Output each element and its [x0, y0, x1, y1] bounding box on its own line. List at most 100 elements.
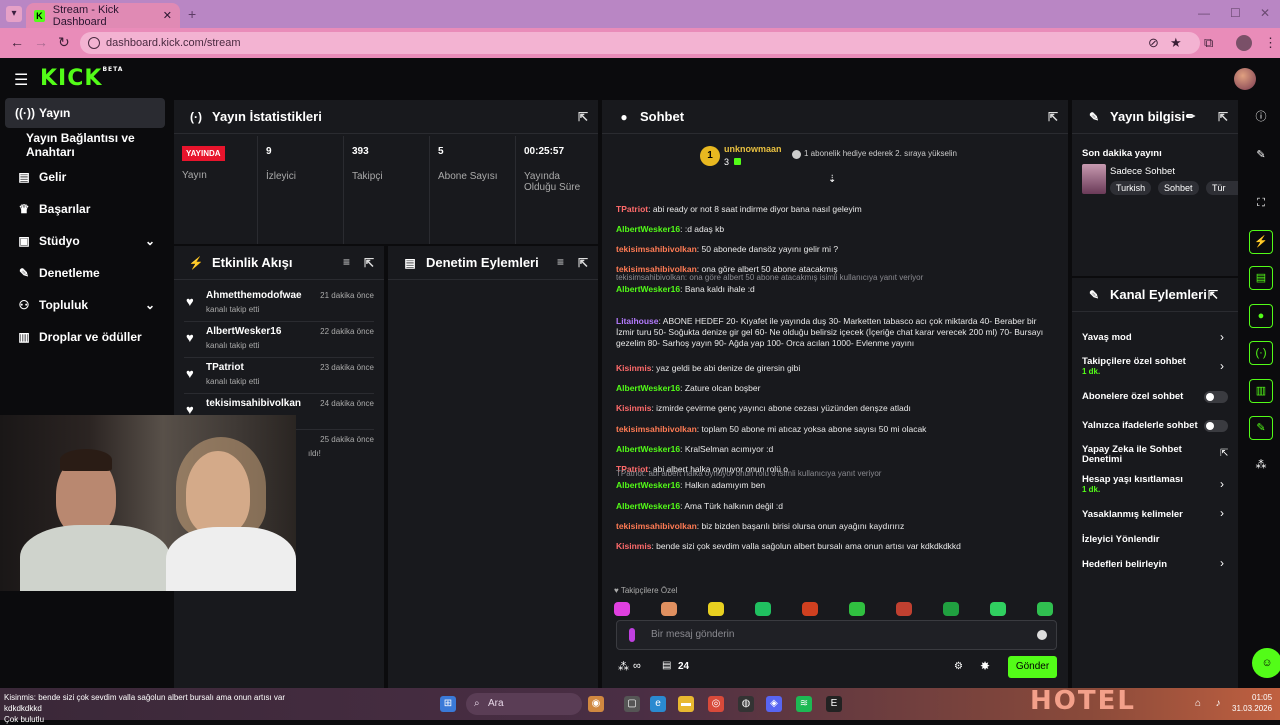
- kick-logo[interactable]: KICKBETA: [40, 66, 123, 91]
- minimize-icon[interactable]: —: [1198, 6, 1210, 20]
- filter-icon[interactable]: ≡: [343, 255, 350, 269]
- sidebar-item-gelir[interactable]: ▤ Gelir: [5, 162, 165, 192]
- edge-icon[interactable]: e: [650, 696, 666, 712]
- emote-icon[interactable]: [708, 602, 724, 616]
- network-icon[interactable]: ⌂: [1190, 696, 1206, 712]
- chat-username[interactable]: tekisimsahibivolkan: [616, 424, 697, 434]
- chat-username[interactable]: AlbertWesker16: [616, 224, 680, 234]
- emote-icon[interactable]: [1037, 602, 1053, 616]
- broadcast-icon[interactable]: (·): [1249, 341, 1273, 365]
- action-followers-only[interactable]: Takipçilere özel sohbet 1 dk.: [1082, 356, 1232, 376]
- volume-icon[interactable]: ♪: [1210, 696, 1226, 712]
- sidebar-item-droplar[interactable]: ▥ Droplar ve ödüller: [5, 322, 165, 352]
- popout-icon[interactable]: ⇱: [1048, 110, 1058, 124]
- discord-icon[interactable]: ◈: [766, 696, 782, 712]
- action-goals[interactable]: Hedefleri belirleyin: [1082, 559, 1232, 570]
- emote-icon[interactable]: [661, 602, 677, 616]
- reload-icon[interactable]: ↻: [58, 34, 70, 51]
- document-icon[interactable]: ▤: [1249, 266, 1273, 290]
- chat-username[interactable]: tekisimsahibivolkan: [616, 521, 697, 531]
- chat-username[interactable]: AlbertWesker16: [616, 383, 680, 393]
- emote-icon[interactable]: [614, 602, 630, 616]
- sidebar-item-basarilar[interactable]: ♛ Başarılar: [5, 194, 165, 224]
- edit-pencil-icon[interactable]: ✎: [1249, 144, 1273, 168]
- popout-icon[interactable]: ⇱: [578, 256, 588, 270]
- sidebar-item-topluluk[interactable]: ⚇ Topluluk ⌄: [5, 290, 165, 320]
- tab-close-icon[interactable]: ✕: [163, 9, 172, 22]
- emote-icon[interactable]: [849, 602, 865, 616]
- send-button[interactable]: Gönder: [1008, 656, 1057, 678]
- scroll-down-icon[interactable]: ⇣: [828, 174, 836, 185]
- nodes-icon[interactable]: ⁂: [1249, 454, 1273, 478]
- chat-username[interactable]: Kisinmis: [616, 363, 651, 373]
- chat-input[interactable]: Bir mesaj gönderin: [616, 620, 1057, 650]
- forward-icon[interactable]: →: [34, 34, 48, 50]
- obs-icon[interactable]: ◍: [738, 696, 754, 712]
- chat-username[interactable]: AlbertWesker16: [616, 444, 680, 454]
- new-tab-icon[interactable]: +: [188, 6, 196, 22]
- chat-username[interactable]: TPatriot: [616, 204, 648, 214]
- external-link-icon[interactable]: ⇱: [1220, 448, 1228, 459]
- layout-icon[interactable]: ▥: [1249, 379, 1273, 403]
- popout-icon[interactable]: ⇱: [364, 256, 374, 270]
- chrome-icon[interactable]: ◎: [708, 696, 724, 712]
- file-explorer-icon[interactable]: ▬: [678, 696, 694, 712]
- action-banned-words[interactable]: Yasaklanmış kelimeler: [1082, 509, 1232, 520]
- chat-username[interactable]: AlbertWesker16: [616, 501, 680, 511]
- url-field[interactable]: dashboard.kick.com/stream: [80, 32, 1200, 54]
- settings-gear-icon[interactable]: ⚙: [954, 661, 963, 672]
- action-slow-mode[interactable]: Yavaş mod: [1082, 332, 1232, 343]
- emote-icon[interactable]: [755, 602, 771, 616]
- chat-username[interactable]: tekisimsahibivolkan: [616, 244, 697, 254]
- fullscreen-icon[interactable]: ⛶: [1249, 192, 1273, 216]
- taskbar-search[interactable]: ⌕ Ara: [466, 693, 582, 715]
- subscribers-only-toggle[interactable]: [1204, 391, 1228, 403]
- chat-username[interactable]: Litaihouse: [616, 316, 659, 326]
- feed-user[interactable]: AlbertWesker16: [206, 326, 281, 337]
- spotify-icon[interactable]: ≋: [796, 696, 812, 712]
- filter-icon[interactable]: ≡: [557, 255, 564, 269]
- back-icon[interactable]: ←: [10, 34, 24, 50]
- tag-chip[interactable]: Turkish: [1110, 181, 1152, 195]
- emote-icon[interactable]: [802, 602, 818, 616]
- extensions-icon[interactable]: ⧉: [1204, 35, 1213, 51]
- feed-user[interactable]: TPatriot: [206, 362, 244, 373]
- chat-username[interactable]: Kisinmis: [616, 541, 651, 551]
- emote-icon[interactable]: [943, 602, 959, 616]
- sidebar-item-stream-key[interactable]: Yayın Bağlantısı ve Anahtarı: [20, 130, 172, 160]
- info-icon[interactable]: ⓘ: [1249, 106, 1273, 130]
- sidebar-item-yayin[interactable]: ((·)) Yayın: [5, 98, 165, 128]
- profile-icon[interactable]: [1236, 35, 1252, 51]
- chevron-right-icon[interactable]: ›: [1220, 359, 1224, 373]
- emote-picker-icon[interactable]: ✸: [980, 659, 990, 673]
- taskbar-clock[interactable]: 01:05 31.03.2026: [1232, 692, 1272, 714]
- browser-tab[interactable]: K Stream - Kick Dashboard ✕: [26, 3, 180, 28]
- feed-user[interactable]: tekisimsahibivolkan: [206, 398, 301, 409]
- sidebar-item-studyo[interactable]: ▣ Stüdyo ⌄: [5, 226, 165, 256]
- action-raid[interactable]: İzleyici Yönlendir: [1082, 534, 1232, 545]
- chat-bubble-icon[interactable]: ●: [1249, 304, 1273, 328]
- tag-chip[interactable]: Sohbet: [1158, 181, 1199, 195]
- task-view-icon[interactable]: ▢: [624, 696, 640, 712]
- maximize-icon[interactable]: ☐: [1230, 6, 1241, 20]
- tag-chip[interactable]: Tür: [1206, 181, 1238, 195]
- emote-icon[interactable]: [896, 602, 912, 616]
- chat-reply-context[interactable]: tekisimsahibivolkan: ona göre albert 50 …: [616, 272, 1056, 283]
- wrench-icon[interactable]: ✎: [1249, 416, 1273, 440]
- epic-games-icon[interactable]: E: [826, 696, 842, 712]
- sidebar-item-denetleme[interactable]: ✎ Denetleme: [5, 258, 165, 288]
- chevron-right-icon[interactable]: ›: [1220, 477, 1224, 491]
- viewers-list-icon[interactable]: ▤: [662, 660, 671, 671]
- chevron-right-icon[interactable]: ›: [1220, 506, 1224, 520]
- browser-menu-icon[interactable]: ⋮: [1264, 35, 1277, 51]
- bolt-icon[interactable]: ⚡: [1249, 230, 1273, 254]
- widget-icon[interactable]: ◉: [588, 696, 604, 712]
- tab-menu-icon[interactable]: ▾: [6, 6, 22, 22]
- feed-user[interactable]: Ahmetthemodofwae: [206, 290, 302, 301]
- eye-off-icon[interactable]: ⊘: [1148, 35, 1159, 51]
- action-account-age[interactable]: Hesap yaşı kısıtlaması 1 dk.: [1082, 474, 1232, 494]
- emote-icon[interactable]: [990, 602, 1006, 616]
- chat-reply-context[interactable]: TPatriot: abi albert halka oynuyor onun …: [616, 468, 1056, 479]
- emoji-icon[interactable]: [1037, 630, 1047, 640]
- window-close-icon[interactable]: ✕: [1260, 6, 1270, 20]
